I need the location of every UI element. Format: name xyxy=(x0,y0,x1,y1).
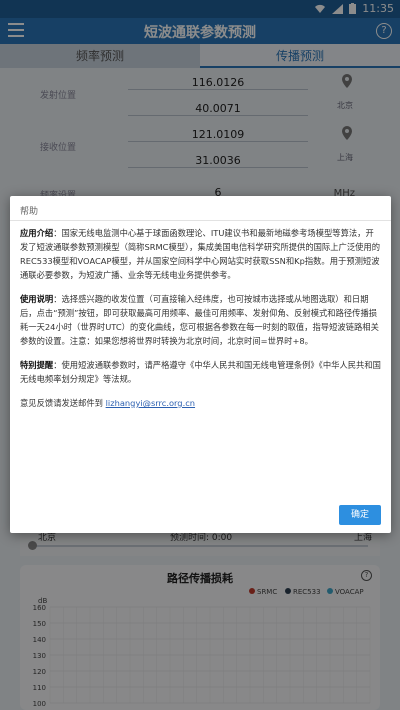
ok-button[interactable]: 确定 xyxy=(339,505,381,525)
intro-paragraph: 应用介绍：国家无线电监测中心基于球面函数理论、ITU建议书和最新地磁参考场模型等… xyxy=(20,226,382,282)
usage-heading: 使用说明 xyxy=(20,294,54,304)
usage-paragraph: 使用说明：选择感兴趣的收发位置（可直接输入经纬度，也可按城市选择或从地图选取）和… xyxy=(20,292,382,348)
dialog-title: 帮助 xyxy=(20,207,39,217)
usage-text: ：选择感兴趣的收发位置（可直接输入经纬度，也可按城市选择或从地图选取）和日期后，… xyxy=(20,294,379,346)
reminder-heading: 特别提醒 xyxy=(20,360,54,370)
intro-heading: 应用介绍 xyxy=(20,228,54,238)
dialog-body: 应用介绍：国家无线电监测中心基于球面函数理论、ITU建议书和最新地磁参考场模型等… xyxy=(20,226,382,420)
feedback-email-link[interactable]: lizhangyi@srrc.org.cn xyxy=(106,398,195,408)
feedback-text: 意见反馈请发送邮件到 xyxy=(20,398,106,408)
feedback-paragraph: 意见反馈请发送邮件到 lizhangyi@srrc.org.cn xyxy=(20,396,382,410)
dialog-divider xyxy=(10,220,391,221)
intro-text: ：国家无线电监测中心基于球面函数理论、ITU建议书和最新地磁参考场模型等算法，开… xyxy=(20,228,381,280)
reminder-text: ：使用短波通联参数时，请严格遵守《中华人民共和国无线电管理条例》《中华人民共和国… xyxy=(20,360,381,384)
help-dialog: 帮助 应用介绍：国家无线电监测中心基于球面函数理论、ITU建议书和最新地磁参考场… xyxy=(10,196,391,533)
reminder-paragraph: 特别提醒：使用短波通联参数时，请严格遵守《中华人民共和国无线电管理条例》《中华人… xyxy=(20,358,382,386)
